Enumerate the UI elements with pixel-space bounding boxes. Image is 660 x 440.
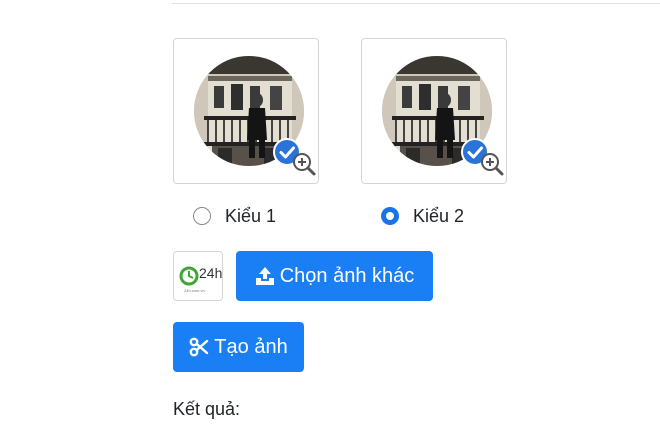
style-1-radio[interactable]: Kiểu 1 (193, 203, 276, 229)
frame-logo-thumbnail[interactable]: 24h 24h.com.vn (173, 251, 223, 301)
choose-other-image-label: Chọn ảnh khác (279, 264, 415, 287)
top-divider (172, 3, 660, 4)
radio-checked-icon[interactable] (381, 207, 399, 225)
radio-unchecked-icon[interactable] (193, 207, 211, 225)
logo-text: 24h (199, 265, 222, 281)
scissors-icon (189, 337, 209, 357)
create-image-label: Tạo ảnh (214, 335, 288, 358)
choose-other-image-button[interactable]: Chọn ảnh khác (236, 251, 433, 301)
create-image-button[interactable]: Tạo ảnh (173, 322, 304, 372)
style-1-preview[interactable] (173, 38, 319, 184)
upload-icon (255, 267, 274, 285)
style-2-label: Kiểu 2 (413, 205, 465, 226)
result-heading: Kết quả: (173, 399, 241, 419)
zoom-in-icon[interactable] (292, 152, 316, 176)
zoom-in-icon[interactable] (480, 152, 504, 176)
style-2-radio[interactable]: Kiểu 2 (381, 203, 464, 229)
style-1-label: Kiểu 1 (225, 205, 277, 226)
logo-subtext: 24h.com.vn (184, 288, 205, 293)
24h-logo-icon: 24h 24h.com.vn (179, 265, 222, 293)
style-2-preview[interactable] (361, 38, 507, 184)
